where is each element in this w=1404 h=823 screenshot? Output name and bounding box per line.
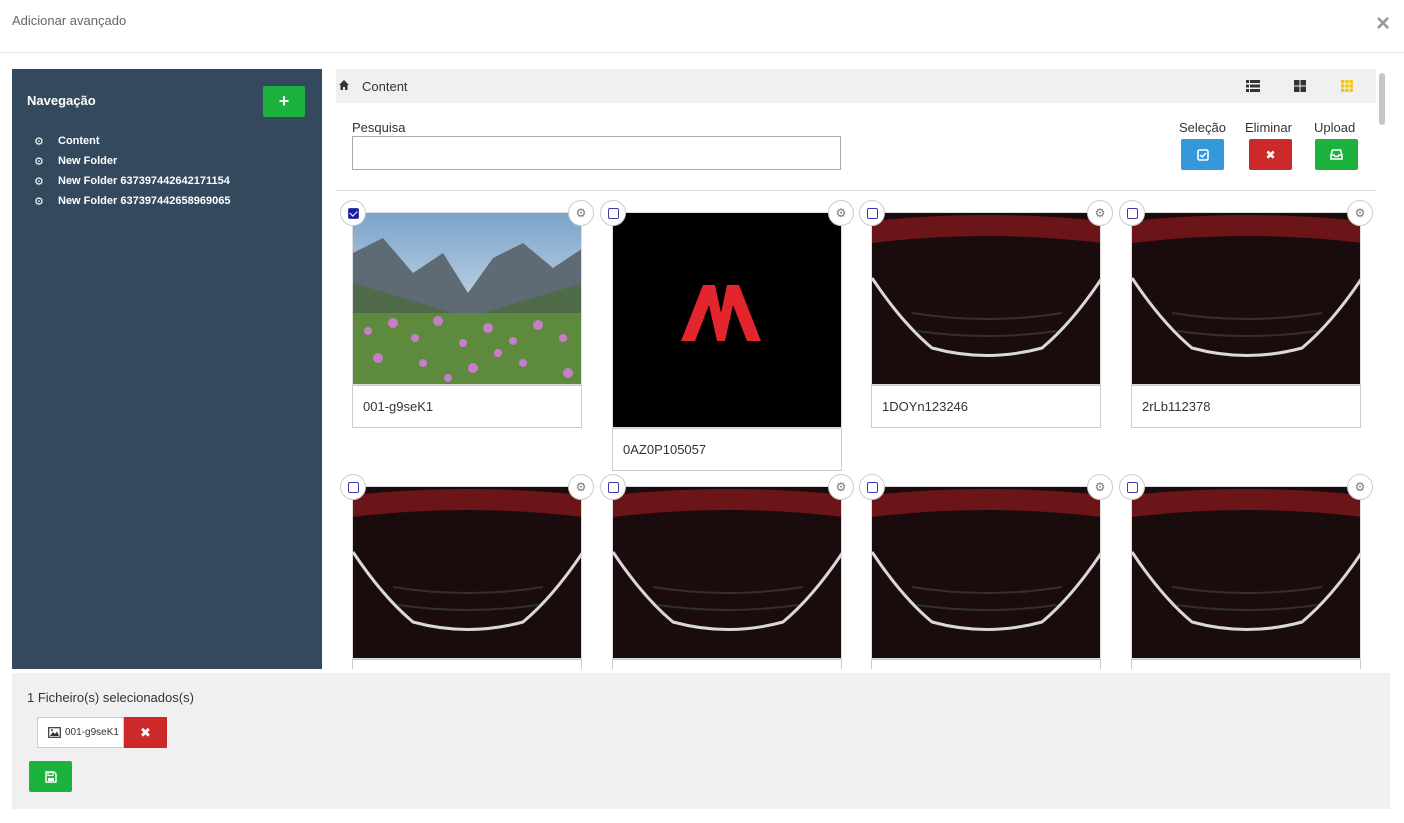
file-settings-icon[interactable]: ⚙ xyxy=(828,200,854,226)
scrollbar-thumb[interactable] xyxy=(1379,73,1385,125)
file-name[interactable] xyxy=(1131,659,1361,669)
modal-title: Adicionar avançado xyxy=(12,13,127,28)
unchecked-icon xyxy=(607,481,619,493)
unchecked-icon xyxy=(607,207,619,219)
large-grid-view-icon[interactable] xyxy=(1293,80,1307,92)
landscape-image xyxy=(353,213,581,384)
logo-image xyxy=(613,213,841,427)
sidebar-title: Navegação xyxy=(27,93,96,108)
sidebar-item-label: New Folder 637397442658969065 xyxy=(58,195,231,207)
file-name[interactable] xyxy=(612,659,842,669)
breadcrumb-current[interactable]: Content xyxy=(362,79,408,94)
gear-icon: ⚙ xyxy=(34,135,44,148)
file-thumbnail[interactable] xyxy=(352,486,582,659)
file-checkbox[interactable] xyxy=(340,200,366,226)
unchecked-icon xyxy=(1126,207,1138,219)
save-button[interactable] xyxy=(29,761,72,792)
file-name[interactable] xyxy=(352,659,582,669)
file-settings-icon[interactable]: ⚙ xyxy=(1347,200,1373,226)
small-grid-view-icon[interactable] xyxy=(1340,80,1354,92)
file-checkbox[interactable] xyxy=(859,474,885,500)
toolbar: Pesquisa Seleção Eliminar ✖ Upload xyxy=(336,103,1376,191)
file-checkbox[interactable] xyxy=(340,474,366,500)
file-settings-icon[interactable]: ⚙ xyxy=(1087,200,1113,226)
car-image xyxy=(1132,213,1360,384)
file-checkbox[interactable] xyxy=(859,200,885,226)
sidebar-item-new-folder-2[interactable]: ⚙ New Folder 637397442642171154 xyxy=(34,171,230,191)
upload-label: Upload xyxy=(1314,120,1356,135)
file-thumbnail[interactable] xyxy=(871,212,1101,385)
car-image xyxy=(1132,487,1360,658)
file-browser: Content Pesquisa Seleção Eliminar ✖ Uplo… xyxy=(336,69,1376,669)
remove-selected-button[interactable]: ✖ xyxy=(123,717,167,748)
file-settings-icon[interactable]: ⚙ xyxy=(828,474,854,500)
scrollbar[interactable] xyxy=(1377,69,1387,669)
file-checkbox[interactable] xyxy=(1119,200,1145,226)
check-square-icon xyxy=(1196,148,1209,161)
file-name[interactable]: 2rLb112378 xyxy=(1131,385,1361,428)
file-thumbnail[interactable] xyxy=(352,212,582,385)
search-input[interactable] xyxy=(352,136,841,170)
search-label: Pesquisa xyxy=(352,120,406,135)
file-settings-icon[interactable]: ⚙ xyxy=(1087,474,1113,500)
sidebar-item-label: New Folder 637397442642171154 xyxy=(58,175,230,187)
file-checkbox[interactable] xyxy=(600,200,626,226)
selected-file-chip: 001-g9seK1 ✖ xyxy=(37,717,167,748)
upload-button[interactable] xyxy=(1315,139,1358,170)
file-name[interactable] xyxy=(871,659,1101,669)
unchecked-icon xyxy=(1126,481,1138,493)
gear-icon: ⚙ xyxy=(34,155,44,168)
add-folder-button[interactable]: + xyxy=(263,86,305,117)
delete-button[interactable]: ✖ xyxy=(1249,139,1292,170)
unchecked-icon xyxy=(866,481,878,493)
file-thumbnail[interactable] xyxy=(1131,212,1361,385)
gear-icon: ⚙ xyxy=(34,195,44,208)
navigation-sidebar: Navegação + ⚙ Content ⚙ New Folder ⚙ New Fo… xyxy=(12,69,322,669)
folder-tree: ⚙ Content ⚙ New Folder ⚙ New Folder 6373974… xyxy=(34,131,230,211)
gear-icon: ⚙ xyxy=(34,175,44,188)
sidebar-item-new-folder[interactable]: ⚙ New Folder xyxy=(34,151,230,171)
sidebar-item-content[interactable]: ⚙ Content xyxy=(34,131,230,151)
file-name[interactable]: 1DOYn123246 xyxy=(871,385,1101,428)
file-name[interactable]: 0AZ0P105057 xyxy=(612,428,842,471)
unchecked-icon xyxy=(347,481,359,493)
selected-count: 1 Ficheiro(s) selecionados(s) xyxy=(27,690,194,705)
selection-footer: 1 Ficheiro(s) selecionados(s) 001-g9seK1… xyxy=(12,673,1390,809)
car-image xyxy=(872,213,1100,384)
file-checkbox[interactable] xyxy=(1119,474,1145,500)
select-label: Seleção xyxy=(1179,120,1226,135)
selected-file-name: 001-g9seK1 xyxy=(65,727,119,738)
car-image xyxy=(613,487,841,658)
file-settings-icon[interactable]: ⚙ xyxy=(568,474,594,500)
file-name[interactable]: 001-g9seK1 xyxy=(352,385,582,428)
file-thumbnail[interactable] xyxy=(1131,486,1361,659)
list-view-icon[interactable] xyxy=(1246,80,1260,92)
close-icon[interactable]: × xyxy=(1376,12,1390,36)
unchecked-icon xyxy=(866,207,878,219)
sidebar-item-label: Content xyxy=(58,135,100,147)
select-all-button[interactable] xyxy=(1181,139,1224,170)
car-image xyxy=(872,487,1100,658)
sidebar-item-label: New Folder xyxy=(58,155,118,167)
delete-label: Eliminar xyxy=(1245,120,1292,135)
home-icon[interactable] xyxy=(338,79,350,91)
checked-icon xyxy=(347,207,359,219)
breadcrumb: Content xyxy=(336,69,1376,103)
image-icon xyxy=(48,727,61,738)
sidebar-item-new-folder-3[interactable]: ⚙ New Folder 637397442658969065 xyxy=(34,191,230,211)
car-image xyxy=(353,487,581,658)
file-thumbnail[interactable] xyxy=(612,212,842,428)
file-checkbox[interactable] xyxy=(600,474,626,500)
selected-file-label: 001-g9seK1 xyxy=(37,717,124,748)
file-settings-icon[interactable]: ⚙ xyxy=(1347,474,1373,500)
file-thumbnail[interactable] xyxy=(612,486,842,659)
modal-header: Adicionar avançado × xyxy=(0,0,1404,53)
save-icon xyxy=(44,770,57,783)
file-thumbnail[interactable] xyxy=(871,486,1101,659)
inbox-icon xyxy=(1330,149,1343,160)
file-settings-icon[interactable]: ⚙ xyxy=(568,200,594,226)
